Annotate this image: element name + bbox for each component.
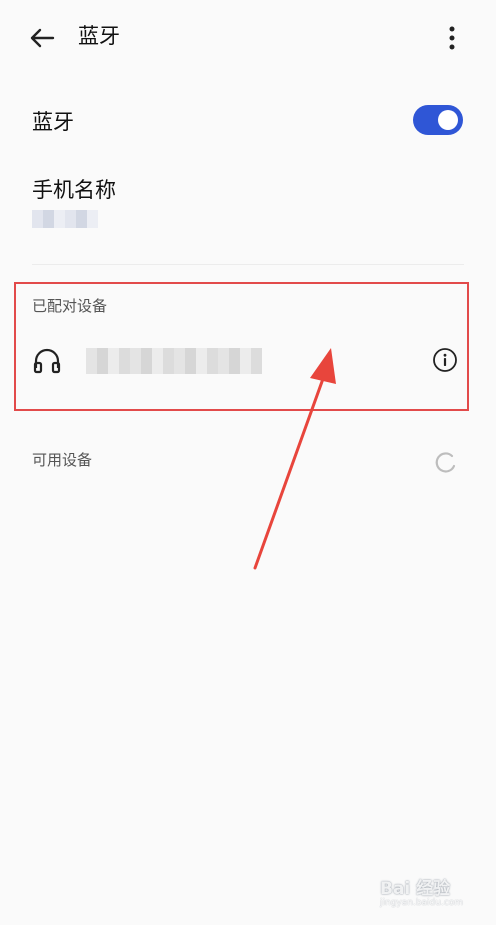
loading-spinner-icon xyxy=(435,452,456,473)
headphones-icon xyxy=(33,348,61,374)
bluetooth-toggle-row[interactable]: 蓝牙 xyxy=(0,96,496,148)
available-devices-header: 可用设备 xyxy=(32,451,93,469)
device-name-label: 手机名称 xyxy=(32,178,116,202)
device-name-row[interactable]: 手机名称 ▒▒▒▒▒▒ xyxy=(0,170,496,236)
paired-devices-header: 已配对设备 xyxy=(32,297,108,315)
bluetooth-label: 蓝牙 xyxy=(32,110,74,134)
more-vertical-icon xyxy=(449,26,455,50)
section-divider xyxy=(32,264,464,265)
paired-device-item[interactable]: ▒▒▒▒▒▒▒▒▒▒▒▒▒▒▒▒ xyxy=(0,334,496,388)
back-arrow-icon xyxy=(30,28,55,48)
info-icon[interactable] xyxy=(432,347,458,373)
device-name-value: ▒▒▒▒▒▒ xyxy=(32,210,98,228)
back-button[interactable] xyxy=(22,18,62,58)
paired-device-name: ▒▒▒▒▒▒▒▒▒▒▒▒▒▒▒▒ xyxy=(86,348,262,374)
baidu-watermark: Bai 经验 jingyan.baidu.com xyxy=(374,866,484,916)
bluetooth-switch[interactable] xyxy=(413,105,463,135)
more-options-button[interactable] xyxy=(436,18,468,58)
switch-knob xyxy=(438,110,458,130)
page-title: 蓝牙 xyxy=(78,24,120,48)
watermark-url: jingyan.baidu.com xyxy=(380,898,464,908)
watermark-brand: Bai 经验 xyxy=(380,879,451,899)
